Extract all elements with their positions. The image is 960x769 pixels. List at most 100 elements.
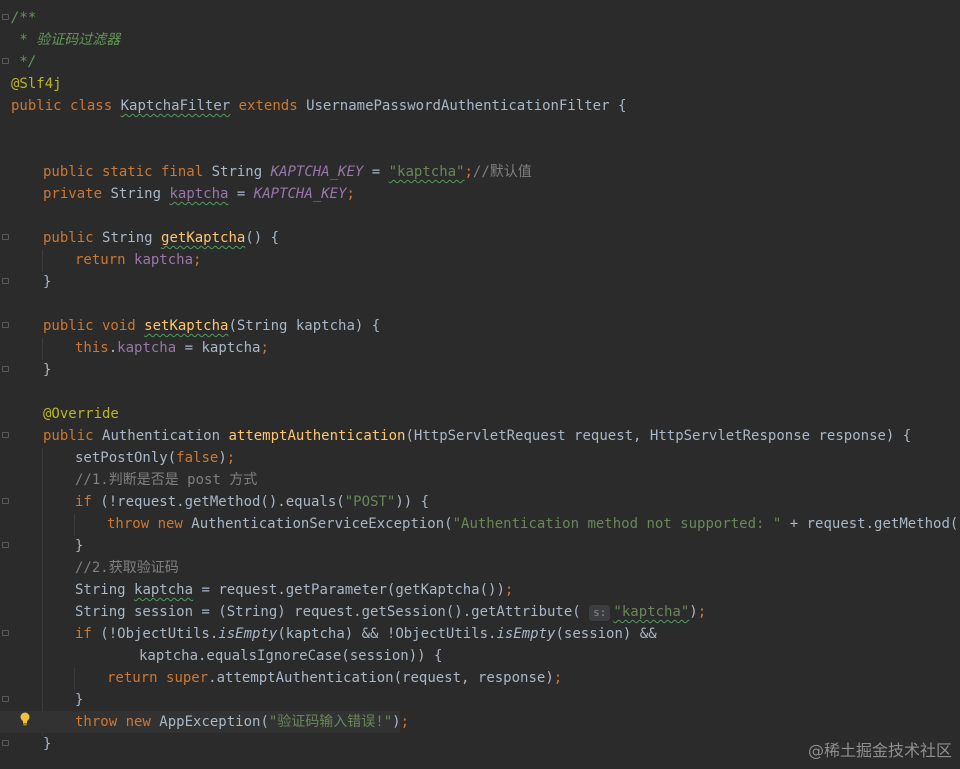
line-comment: //2.获取验证码 (75, 560, 179, 576)
code-line[interactable]: } (75, 535, 83, 557)
string-literal: "kaptcha" (389, 164, 465, 180)
indent-guide (74, 668, 75, 690)
closing-brace: } (43, 362, 52, 378)
fold-marker-icon[interactable] (2, 498, 9, 504)
intention-bulb-icon[interactable] (19, 712, 31, 726)
keyword: class (70, 98, 113, 114)
code-line[interactable]: return super.attemptAuthentication(reque… (107, 667, 562, 689)
fold-marker-icon[interactable] (2, 234, 9, 240)
doc-comment: /** (11, 10, 37, 26)
code-line[interactable]: public class KaptchaFilter extends Usern… (11, 95, 626, 117)
code-editor[interactable]: /** * 验证码过滤器 */ @Slf4j public class Kapt… (0, 0, 960, 769)
keyword: public (11, 98, 62, 114)
code-line[interactable]: //2.获取验证码 (75, 557, 179, 579)
field: kaptcha (117, 340, 177, 356)
code-line[interactable]: public Authentication attemptAuthenticat… (43, 425, 911, 447)
method-name: attemptAuthentication (228, 428, 406, 444)
type: String (110, 186, 162, 202)
code-line[interactable]: return kaptcha; (75, 249, 201, 271)
fold-marker-icon[interactable] (2, 696, 9, 702)
expression: (kaptcha) && !ObjectUtils. (277, 626, 497, 642)
fold-marker-icon[interactable] (2, 322, 9, 328)
semicolon: ; (464, 164, 473, 180)
operator: = (363, 164, 389, 180)
keyword: return (107, 670, 158, 686)
code-line[interactable]: throw new AppException("验证码输入错误!"); (75, 711, 409, 733)
keyword: this (75, 340, 109, 356)
parameters: (String kaptcha) { (228, 318, 381, 334)
semicolon: ; (553, 670, 563, 686)
static-method: isEmpty (218, 626, 278, 642)
code-line[interactable]: public String getKaptcha() { (43, 227, 279, 249)
semicolon: ; (226, 450, 236, 466)
closing-brace: } (43, 274, 52, 290)
punctuation: ) (689, 604, 698, 620)
punctuation: )) { (395, 494, 430, 510)
indent-guide (42, 250, 43, 272)
expression: = request.getParameter(getKaptcha()) (193, 582, 505, 598)
type: String (211, 164, 263, 180)
code-line[interactable]: if (!ObjectUtils.isEmpty(kaptcha) && !Ob… (75, 623, 657, 645)
code-line[interactable]: String session = (String) request.getSes… (75, 601, 706, 623)
constant: KAPTCHA_KEY (270, 164, 364, 180)
indent-guide (42, 338, 43, 360)
code-line[interactable]: if (!request.getMethod().equals("POST"))… (75, 491, 429, 513)
class-name: KaptchaFilter (120, 98, 231, 114)
doc-comment: * 验证码过滤器 (11, 32, 121, 48)
code-line[interactable]: } (43, 271, 51, 293)
string-value: "kaptcha" (613, 604, 690, 620)
code-line[interactable]: public void setKaptcha(String kaptcha) { (43, 315, 380, 337)
code-line[interactable]: @Slf4j (11, 73, 62, 95)
indent-guide (74, 514, 75, 536)
code-line[interactable]: setPostOnly(false); (75, 447, 235, 469)
fold-marker-icon[interactable] (2, 278, 9, 284)
fold-marker-icon[interactable] (2, 630, 9, 636)
code-line[interactable]: /** (11, 7, 36, 29)
code-line[interactable]: * 验证码过滤器 (11, 29, 120, 51)
fold-marker-icon[interactable] (2, 58, 9, 64)
keyword: return (75, 252, 126, 268)
semicolon: ; (346, 186, 355, 202)
string-literal: "kaptcha" (613, 604, 689, 620)
doc-comment: */ (11, 54, 37, 70)
field: kaptcha (169, 186, 229, 202)
constructor-call: AppException( (159, 714, 269, 730)
keyword: if (75, 494, 92, 510)
constructor-call: AuthenticationServiceException( (191, 516, 453, 532)
fold-marker-icon[interactable] (2, 14, 9, 20)
parent-class: UsernamePasswordAuthenticationFilter { (306, 98, 627, 114)
keyword: false (176, 450, 219, 466)
code-line[interactable]: @Override (43, 403, 119, 425)
code-line[interactable]: } (43, 359, 51, 381)
string-value: "kaptcha" (388, 164, 465, 180)
code-line[interactable]: */ (11, 51, 36, 73)
fold-marker-icon[interactable] (2, 432, 9, 438)
type: String (75, 582, 135, 598)
punctuation: ) (218, 450, 227, 466)
code-line[interactable]: throw new AuthenticationServiceException… (107, 513, 960, 535)
code-line[interactable]: //1.判断是否是 post 方式 (75, 469, 257, 491)
code-line[interactable]: public static final String KAPTCHA_KEY =… (43, 161, 532, 183)
keyword: public (43, 230, 94, 246)
keyword: public (43, 428, 94, 444)
expression: + request.getMethod()) (781, 516, 960, 532)
code-line[interactable]: } (43, 733, 51, 755)
string-literal: "POST" (344, 494, 396, 510)
keyword: public static final (43, 164, 204, 180)
semicolon: ; (193, 252, 202, 268)
fold-marker-icon[interactable] (2, 366, 9, 372)
semicolon: ; (400, 714, 410, 730)
type: String (102, 230, 153, 246)
code-line[interactable]: this.kaptcha = kaptcha; (75, 337, 269, 359)
expression: .attemptAuthentication(request, response… (208, 670, 554, 686)
code-line[interactable]: String kaptcha = request.getParameter(ge… (75, 579, 513, 601)
annotation: @Override (43, 406, 119, 422)
code-line[interactable]: kaptcha.equalsIgnoreCase(session)) { (139, 645, 442, 667)
fold-marker-icon[interactable] (2, 740, 9, 746)
operator: = (228, 186, 254, 202)
fold-marker-icon[interactable] (2, 542, 9, 548)
code-line[interactable]: } (75, 689, 83, 711)
semicolon: ; (260, 340, 269, 356)
semicolon: ; (504, 582, 514, 598)
code-line[interactable]: private String kaptcha = KAPTCHA_KEY; (43, 183, 355, 205)
